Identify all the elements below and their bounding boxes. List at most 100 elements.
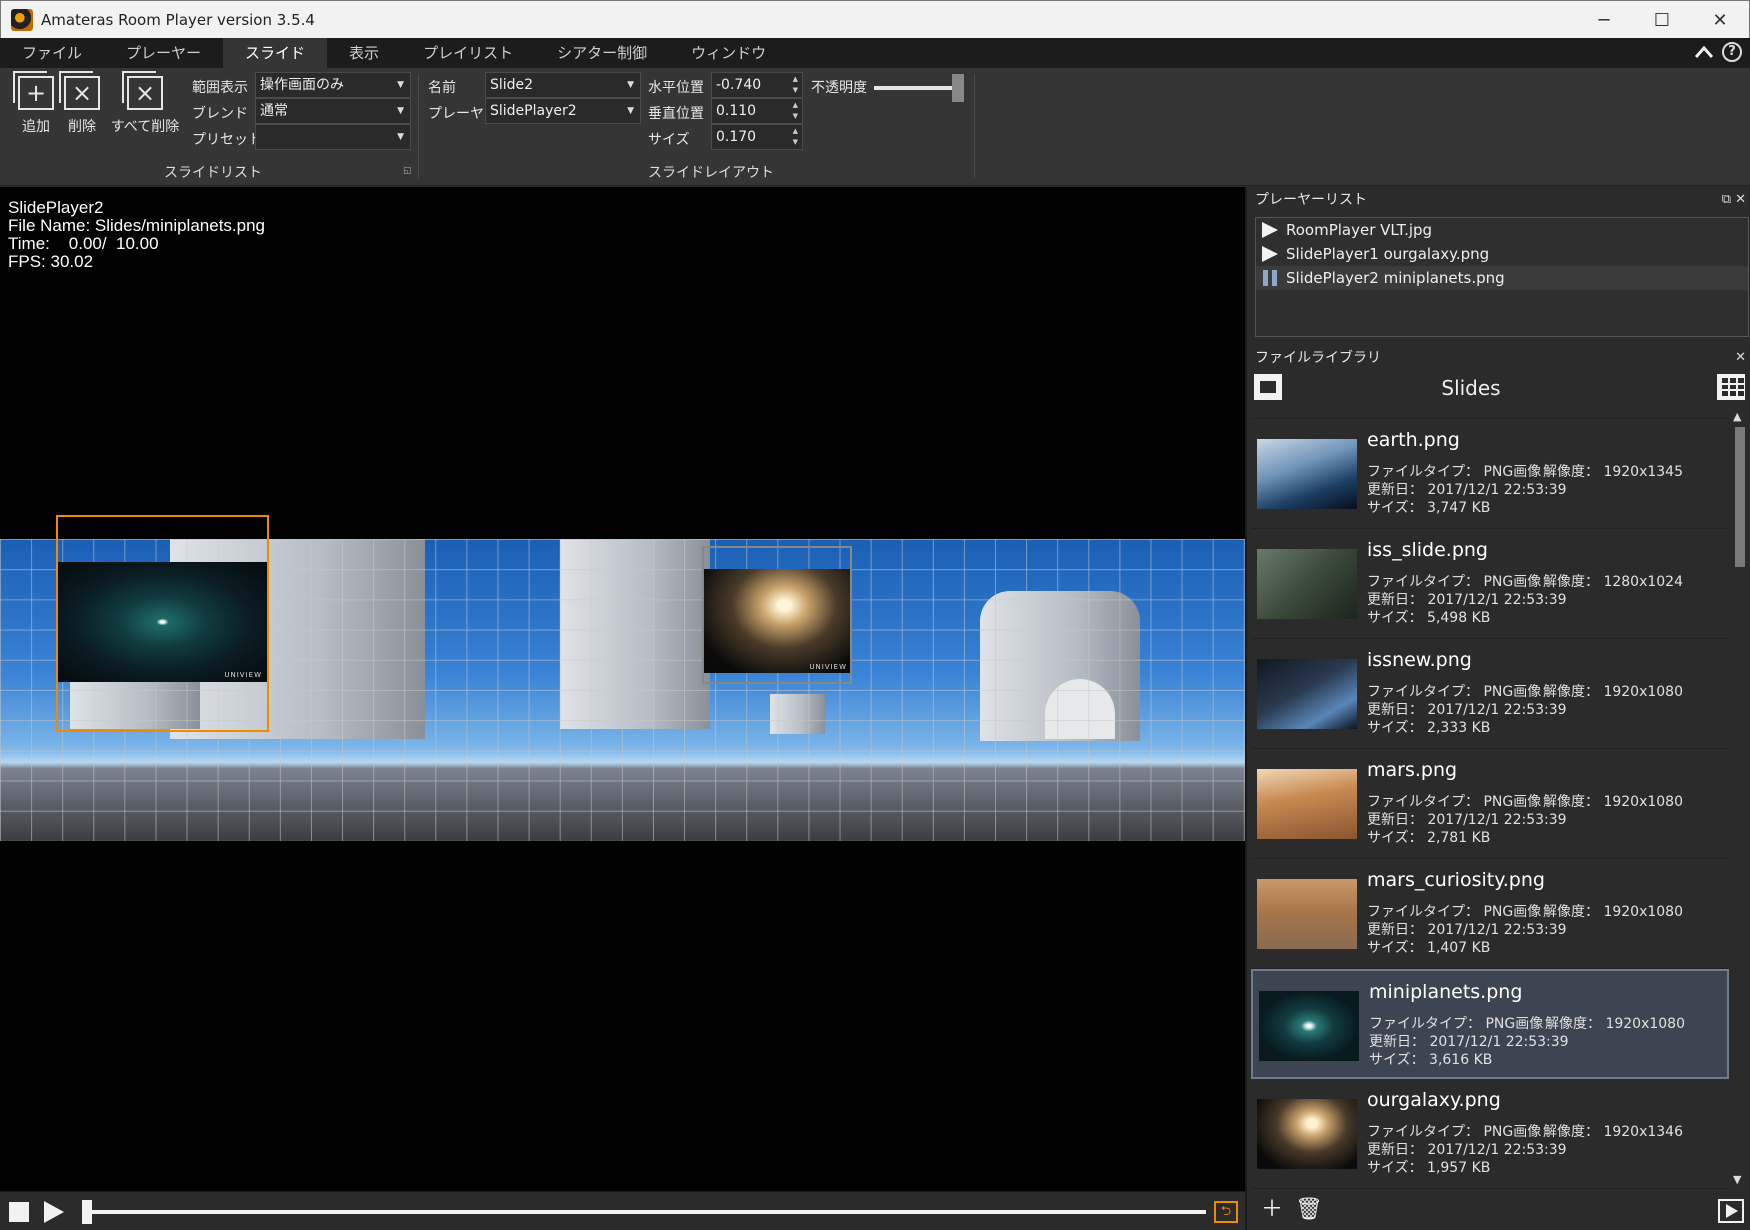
file-name: miniplanets.png bbox=[1369, 981, 1523, 1003]
seek-thumb[interactable] bbox=[82, 1200, 92, 1224]
file-name: mars_curiosity.png bbox=[1367, 869, 1545, 891]
file-type: ファイルタイプ： PNG画像 bbox=[1367, 684, 1542, 700]
tab-playlist[interactable]: プレイリスト bbox=[401, 38, 535, 68]
size-label: サイズ bbox=[648, 132, 690, 148]
trash-icon[interactable]: 🗑 bbox=[1295, 1198, 1323, 1224]
tab-file[interactable]: ファイル bbox=[0, 38, 104, 68]
file-item[interactable]: mars_curiosity.png ファイルタイプ： PNG画像 解像度： 1… bbox=[1251, 859, 1729, 969]
blend-select[interactable]: 通常 ▼ bbox=[255, 98, 411, 124]
hpos-spinner[interactable]: -0.740 ▲ ▼ bbox=[711, 72, 803, 98]
spin-arrows-icon[interactable]: ▲ ▼ bbox=[793, 100, 798, 122]
preset-select[interactable]: ▼ bbox=[255, 124, 411, 150]
group-separator bbox=[974, 74, 975, 178]
tab-theater-control[interactable]: シアター制御 bbox=[535, 38, 669, 68]
scroll-up-icon[interactable]: ▲ bbox=[1733, 410, 1741, 423]
slidelist-group-title: スライドリスト bbox=[164, 165, 262, 181]
spin-arrows-icon[interactable]: ▲ ▼ bbox=[793, 74, 798, 96]
right-panel: プレーヤーリスト ⧉ ✕ RoomPlayer VLT.jpg SlidePla… bbox=[1245, 187, 1750, 1230]
group-separator bbox=[418, 74, 419, 178]
file-item[interactable]: earth.png ファイルタイプ： PNG画像 解像度： 1920x1345 … bbox=[1251, 419, 1729, 529]
file-item[interactable]: issnew.png ファイルタイプ： PNG画像 解像度： 1920x1080… bbox=[1251, 639, 1729, 749]
app-icon bbox=[11, 8, 33, 31]
spin-arrows-icon[interactable]: ▲ ▼ bbox=[793, 126, 798, 148]
tab-view[interactable]: 表示 bbox=[327, 38, 401, 68]
delete-icon: × bbox=[59, 71, 100, 110]
file-date: 更新日： 2017/12/1 22:53:39 bbox=[1367, 1142, 1567, 1158]
file-resolution: 解像度： 1920x1080 bbox=[1543, 684, 1683, 700]
file-type: ファイルタイプ： PNG画像 bbox=[1367, 794, 1542, 810]
close-button[interactable]: ✕ bbox=[1691, 1, 1749, 39]
stop-icon[interactable] bbox=[9, 1202, 29, 1222]
slide2-frame[interactable] bbox=[702, 546, 852, 684]
player-item-label: SlidePlayer2 miniplanets.png bbox=[1286, 269, 1505, 287]
scrollbar-thumb[interactable] bbox=[1735, 427, 1745, 567]
file-thumbnail bbox=[1257, 549, 1357, 619]
layout-group-title: スライドレイアウト bbox=[648, 165, 774, 181]
info-file-name: File Name: Slides/miniplanets.png bbox=[8, 216, 266, 235]
tab-player[interactable]: プレーヤー bbox=[104, 38, 223, 68]
chevron-down-icon: ▼ bbox=[397, 80, 404, 90]
help-icon[interactable]: ? bbox=[1722, 42, 1742, 62]
slide-name-select[interactable]: Slide2 ▼ bbox=[485, 72, 641, 98]
delete-all-button[interactable]: × すべて削除 bbox=[110, 71, 180, 136]
file-item[interactable]: mars.png ファイルタイプ： PNG画像 解像度： 1920x1080 更… bbox=[1251, 749, 1729, 859]
collapse-ribbon-icon[interactable] bbox=[1694, 45, 1714, 59]
delete-all-icon: × bbox=[122, 71, 163, 110]
minimize-button[interactable]: ─ bbox=[1575, 1, 1633, 39]
transport-bar: ⮌ bbox=[0, 1191, 1245, 1230]
file-name: mars.png bbox=[1367, 759, 1458, 781]
file-size: サイズ： 2,781 KB bbox=[1367, 830, 1491, 846]
file-list-scrollbar[interactable]: ▲ ▼ bbox=[1730, 407, 1750, 1189]
maximize-button[interactable]: ☐ bbox=[1633, 1, 1691, 39]
tab-window[interactable]: ウィンドウ bbox=[669, 38, 788, 68]
info-time: Time: 0.00/ 10.00 bbox=[8, 234, 159, 253]
folder-up-icon[interactable] bbox=[1254, 374, 1282, 400]
file-resolution: 解像度： 1920x1080 bbox=[1543, 904, 1683, 920]
opacity-slider[interactable] bbox=[874, 86, 952, 90]
slide1-selection-frame[interactable] bbox=[56, 515, 269, 732]
player-list-item[interactable]: SlidePlayer1 ourgalaxy.png bbox=[1256, 242, 1748, 266]
file-resolution: 解像度： 1920x1346 bbox=[1543, 1124, 1683, 1140]
seek-bar[interactable] bbox=[86, 1210, 1206, 1214]
dome-preview[interactable]: SlidePlayer2 File Name: Slides/miniplane… bbox=[0, 187, 1245, 1191]
file-type: ファイルタイプ： PNG画像 bbox=[1369, 1016, 1544, 1032]
chevron-down-icon: ▼ bbox=[397, 132, 404, 142]
opacity-slider-thumb[interactable] bbox=[952, 74, 964, 102]
play-state-icon bbox=[1262, 246, 1278, 262]
add-file-icon[interactable]: ＋ bbox=[1259, 1198, 1285, 1224]
delete-slide-button[interactable]: × 削除 bbox=[59, 71, 100, 136]
tab-slide[interactable]: スライド bbox=[223, 38, 328, 68]
player-list-item[interactable]: SlidePlayer2 miniplanets.png bbox=[1256, 266, 1748, 290]
scroll-down-icon[interactable]: ▼ bbox=[1733, 1173, 1741, 1186]
player-select[interactable]: SlidePlayer2 ▼ bbox=[485, 98, 641, 124]
file-item[interactable]: ourgalaxy.png ファイルタイプ： PNG画像 解像度： 1920x1… bbox=[1251, 1079, 1729, 1189]
title-bar: Amateras Room Player version 3.5.4 ─ ☐ ✕ bbox=[0, 0, 1750, 38]
blend-label: ブレンド bbox=[192, 106, 248, 122]
file-thumbnail bbox=[1257, 769, 1357, 839]
file-type: ファイルタイプ： PNG画像 bbox=[1367, 574, 1542, 590]
grid-view-icon[interactable] bbox=[1717, 374, 1745, 400]
vpos-label: 垂直位置 bbox=[648, 106, 704, 122]
file-item[interactable]: iss_slide.png ファイルタイプ： PNG画像 解像度： 1280x1… bbox=[1251, 529, 1729, 639]
range-select[interactable]: 操作画面のみ ▼ bbox=[255, 72, 411, 98]
file-resolution: 解像度： 1280x1024 bbox=[1543, 574, 1683, 590]
preset-label: プリセット bbox=[192, 132, 262, 148]
file-thumbnail bbox=[1257, 439, 1357, 509]
play-file-icon[interactable] bbox=[1718, 1199, 1744, 1223]
file-name: issnew.png bbox=[1367, 649, 1472, 671]
file-item-selected[interactable]: miniplanets.png ファイルタイプ： PNG画像 解像度： 1920… bbox=[1251, 969, 1729, 1079]
add-slide-button[interactable]: + 追加 bbox=[13, 71, 54, 136]
loop-icon[interactable]: ⮌ bbox=[1214, 1201, 1238, 1223]
chevron-down-icon: ▼ bbox=[397, 106, 404, 116]
file-type: ファイルタイプ： PNG画像 bbox=[1367, 904, 1542, 920]
panel-float-close-icons[interactable]: ⧉ ✕ bbox=[1722, 187, 1746, 213]
dialog-launcher-icon[interactable]: ◱ bbox=[403, 166, 412, 176]
player-list-item[interactable]: RoomPlayer VLT.jpg bbox=[1256, 218, 1748, 242]
vpos-spinner[interactable]: 0.110 ▲ ▼ bbox=[711, 98, 803, 124]
size-spinner[interactable]: 0.170 ▲ ▼ bbox=[711, 124, 803, 150]
close-icon[interactable]: ✕ bbox=[1735, 345, 1746, 371]
play-icon[interactable] bbox=[44, 1201, 64, 1223]
file-size: サイズ： 5,498 KB bbox=[1367, 610, 1491, 626]
ribbon: + 追加 × 削除 × すべて削除 範囲表示 操作画面のみ ▼ ブレンド 通常 ▼ … bbox=[0, 68, 1750, 186]
info-fps: FPS: 30.02 bbox=[8, 252, 94, 271]
